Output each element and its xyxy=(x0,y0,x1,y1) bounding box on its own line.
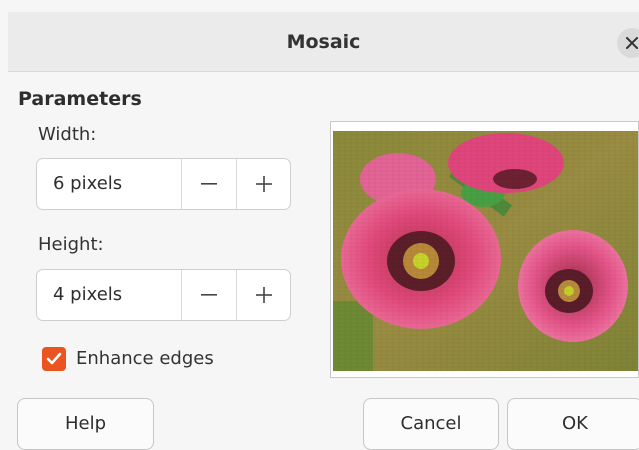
height-value[interactable]: 4 pixels xyxy=(37,270,181,320)
preview-frame xyxy=(330,121,639,378)
minus-icon xyxy=(200,294,217,296)
poppy-flowers-image xyxy=(333,131,638,371)
help-button[interactable]: Help xyxy=(17,398,154,450)
close-icon xyxy=(626,37,638,49)
width-spinbox[interactable]: 6 pixels xyxy=(36,158,291,210)
mosaic-dialog: Mosaic Parameters Width: 6 pixels Height… xyxy=(0,0,639,450)
plus-icon xyxy=(255,287,272,303)
minus-icon xyxy=(200,183,217,185)
checkmark-icon xyxy=(46,352,62,365)
width-value[interactable]: 6 pixels xyxy=(37,159,181,209)
close-button[interactable] xyxy=(617,28,639,58)
height-label: Height: xyxy=(38,234,104,255)
width-increment-button[interactable] xyxy=(236,159,290,209)
ok-button[interactable]: OK xyxy=(507,398,639,450)
mosaic-preview-image xyxy=(333,131,638,371)
cancel-button[interactable]: Cancel xyxy=(363,398,499,450)
width-label: Width: xyxy=(38,124,97,145)
title-bar: Mosaic xyxy=(8,12,639,72)
height-spinbox[interactable]: 4 pixels xyxy=(36,269,291,321)
width-decrement-button[interactable] xyxy=(181,159,235,209)
height-decrement-button[interactable] xyxy=(181,270,235,320)
enhance-edges-checkbox[interactable] xyxy=(42,347,66,371)
enhance-edges-label: Enhance edges xyxy=(76,348,214,369)
plus-icon xyxy=(255,176,272,192)
dialog-title: Mosaic xyxy=(286,31,361,53)
parameters-heading: Parameters xyxy=(18,88,142,110)
height-increment-button[interactable] xyxy=(236,270,290,320)
